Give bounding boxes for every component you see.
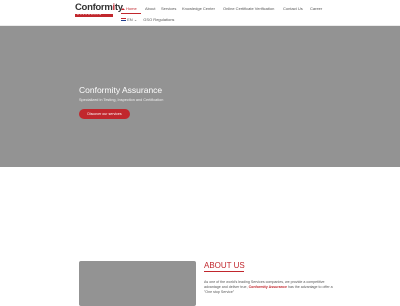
nav-item-contact[interactable]: Contact Us <box>283 6 303 11</box>
discover-services-button[interactable]: Discover our services <box>79 109 130 119</box>
logo-wordmark: Conformity <box>75 2 123 13</box>
logo-tagline-bar: ASSURANCE <box>75 13 113 17</box>
site-logo[interactable]: Conformity ASSURANCE <box>75 3 123 17</box>
nav-item-gso-regulations[interactable]: GSO Regulations <box>143 17 174 22</box>
chevron-down-icon: ⌄ <box>133 17 138 22</box>
nav-item-knowledge-center[interactable]: Knowledge Center <box>182 6 215 11</box>
active-nav-underline <box>121 13 141 14</box>
site-header: Conformity ASSURANCE Home About Services… <box>0 0 400 26</box>
secondary-nav: EN ⌄ GSO Regulations <box>121 17 174 22</box>
hero-subtitle: Specialized in Testing, Inspection and C… <box>79 98 164 102</box>
about-image <box>79 261 196 306</box>
language-selector[interactable]: EN ⌄ <box>121 17 137 22</box>
about-title: ABOUT US <box>204 261 245 270</box>
hero-banner <box>0 26 400 167</box>
flag-icon <box>121 18 126 22</box>
about-brand-link[interactable]: Conformity Assurance <box>249 285 287 289</box>
home-icon <box>121 8 125 10</box>
nav-item-career[interactable]: Career <box>310 6 322 11</box>
nav-item-certificate-verification[interactable]: Online Certificate Verification <box>223 6 274 11</box>
nav-item-about[interactable]: About <box>145 6 155 11</box>
nav-item-services[interactable]: Services <box>161 6 176 11</box>
about-text: As one of the world's leading Services c… <box>204 280 333 294</box>
about-title-underline <box>204 271 244 272</box>
nav-item-home[interactable]: Home <box>121 6 137 11</box>
hero-title: Conformity Assurance <box>79 85 163 95</box>
